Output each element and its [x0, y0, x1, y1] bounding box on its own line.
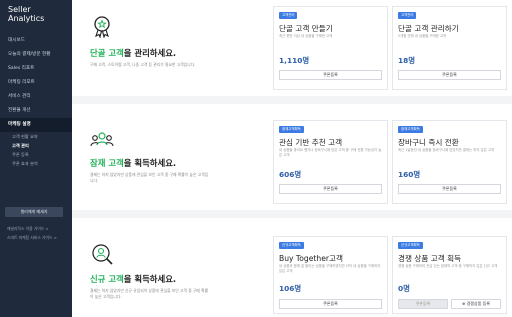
- section-headline: 잠재 고객을 획득하세요.: [90, 158, 176, 168]
- sidebar-item-conversion[interactable]: 전환율 개선: [0, 104, 72, 118]
- coupon-register-button[interactable]: 쿠폰등록: [279, 184, 382, 194]
- headline-rest: 을 획득하세요.: [123, 274, 177, 284]
- competitor-register-label: 경쟁상품 등록: [466, 301, 490, 306]
- headline-accent: 신규 고객: [90, 274, 124, 284]
- section-loyal-customers: 단골 고객을 관리하세요. 구매 고객, 스토어찜 고객, 나중 고객 등 관리…: [72, 0, 512, 96]
- coupon-register-button[interactable]: 쿠폰등록: [398, 70, 501, 80]
- user-group-icon: [90, 128, 114, 152]
- card-manage-loyal: 고객관리 단골 고객 관리하기 2개월 안에 내 상품을 구매한 고객 18명 …: [392, 6, 507, 90]
- card-tag: 신규고객획득: [279, 242, 304, 249]
- section-new-customers: 신규 고객을 획득하세요. 결제는 하지 않았지만 신규 유입되어 상품에 관심…: [72, 218, 512, 317]
- card-count: 106명: [279, 284, 302, 293]
- section-headline: 단골 고객을 관리하세요.: [90, 48, 176, 58]
- sidebar-subitem-customer-summary[interactable]: 고객 현황 요약: [0, 132, 72, 141]
- message-seller-button[interactable]: 셀러에게 메세지: [5, 207, 63, 217]
- card-tag: 잠재고객획득: [279, 126, 304, 133]
- sidebar-item-today-status[interactable]: 오늘의 결제/방문 현황: [0, 48, 72, 62]
- coupon-register-button[interactable]: 쿠폰등록: [279, 299, 382, 309]
- sidebar-subitem-coupon-register[interactable]: 쿠폰 등록: [0, 150, 72, 159]
- card-make-loyal: 고객관리 단골 고객 만들기 최근 한번 이상 내 상품을 구매한 고객 1,1…: [273, 6, 388, 90]
- card-interest-recommend: 잠재고객획득 관심 기반 추천 고객 내 상품을 좋아요 했거나 장바구니에 담…: [273, 120, 388, 204]
- card-title: 단골 고객 만들기: [279, 24, 333, 33]
- card-description: 2개월 안에 내 상품을 구매한 고객: [398, 34, 447, 38]
- coupon-register-button[interactable]: 쿠폰등록: [398, 299, 448, 309]
- sidebar-item-dashboard[interactable]: 대시보드: [0, 34, 72, 48]
- headline-accent: 잠재 고객: [90, 158, 124, 168]
- sidebar-item-sales-report[interactable]: Sales 리포트: [0, 62, 72, 76]
- card-title: 관심 기반 추천 고객: [279, 138, 343, 147]
- card-tag: 고객관리: [398, 12, 417, 19]
- competitor-product-register-button[interactable]: ⊕ 경쟁상품 등록: [451, 299, 501, 309]
- sidebar-item-service-management[interactable]: 서비스 관리: [0, 90, 72, 104]
- analytics-guide-link[interactable]: 애널리틱스 이용 가이드 >: [7, 226, 49, 232]
- card-tag: 잠재고객획득: [398, 126, 423, 133]
- headline-rest: 을 획득하세요.: [123, 158, 177, 168]
- headline-accent: 단골 고객: [90, 48, 124, 58]
- sidebar-item-marketing-report[interactable]: 마케팅 리포트: [0, 76, 72, 90]
- card-title: 경쟁 상품 고객 획득: [398, 254, 462, 263]
- card-title: 장바구니 즉시 전환: [398, 138, 459, 147]
- award-badge-icon: [90, 14, 114, 39]
- card-count: 606명: [279, 170, 302, 179]
- card-description: 내 상품과 함께 잘 팔리는 상품을 구매하였지만 아직 내 상품을 구매하지 …: [279, 264, 381, 273]
- brand-line1: Seller: [8, 5, 31, 14]
- smart-marketing-guide-link[interactable]: 스마트 마케팅 서비스 가이드 >: [7, 235, 57, 241]
- headline-rest: 을 관리하세요.: [123, 48, 177, 58]
- card-cart-conversion: 잠재고객획득 장바구니 즉시 전환 최근 1달동안 내 상품을 장바구니에 담았…: [392, 120, 507, 204]
- card-title: 단골 고객 관리하기: [398, 24, 459, 33]
- section-description: 구매 고객, 스토어찜 고객, 나중 고객 등 관리가 필요한 고객입니다.: [90, 62, 196, 67]
- card-tag: 신규고객획득: [398, 242, 423, 249]
- section-description: 결제는 하지 않았지만 신규 유입되어 상품에 관심을 보인 고객 중 구매 확…: [90, 288, 209, 299]
- section-potential-customers: 잠재 고객을 획득하세요. 결제는 하지 않았지만 상품에 관심을 보인 고객 …: [72, 104, 512, 210]
- section-description: 결제는 하지 않았지만 상품에 관심을 보인 고객 중 구매 확률이 높은 고객…: [90, 172, 209, 183]
- coupon-register-button[interactable]: 쿠폰등록: [279, 70, 382, 80]
- card-count: 18명: [398, 56, 416, 65]
- card-description: 내 상품을 좋아요 했거나 장바구니에 담은 고객 중 구매 전환 가능성이 높…: [279, 148, 382, 157]
- card-count: 1,110명: [279, 56, 310, 65]
- card-description: 최근 한번 이상 내 상품을 구매한 고객: [279, 34, 333, 38]
- card-buy-together: 신규고객획득 Buy Together고객 내 상품과 함께 잘 팔리는 상품을…: [273, 236, 388, 314]
- card-tag: 고객관리: [279, 12, 298, 19]
- coupon-register-button[interactable]: 쿠폰등록: [398, 184, 501, 194]
- brand-logo[interactable]: Seller Analytics: [0, 0, 72, 34]
- sidebar-item-marketing[interactable]: 마케팅 설명: [0, 118, 72, 132]
- card-description: 최근 1달동안 내 상품을 장바구니에 담았지만 결제는 하지 않은 고객: [398, 148, 495, 152]
- card-description: 경쟁 상품 구매하여 관심 있는 잠재적 고객 중 구매하지 않은 신규 고객: [398, 264, 498, 268]
- user-search-icon: [90, 242, 114, 266]
- sidebar-subitem-coupon-analysis[interactable]: 쿠폰 효과 분석: [0, 159, 72, 168]
- sidebar-subitem-customer-management[interactable]: 고객 관리: [0, 141, 72, 150]
- card-title: Buy Together고객: [279, 254, 343, 263]
- brand-line2: Analytics: [8, 14, 45, 23]
- card-count: 160명: [398, 170, 421, 179]
- section-headline: 신규 고객을 획득하세요.: [90, 274, 176, 284]
- sidebar: Seller Analytics 대시보드 오늘의 결제/방문 현황 Sales…: [0, 0, 72, 317]
- card-competitor-customers: 신규고객획득 경쟁 상품 고객 획득 경쟁 상품 구매하여 관심 있는 잠재적 …: [392, 236, 507, 314]
- card-count: 0명: [398, 284, 410, 293]
